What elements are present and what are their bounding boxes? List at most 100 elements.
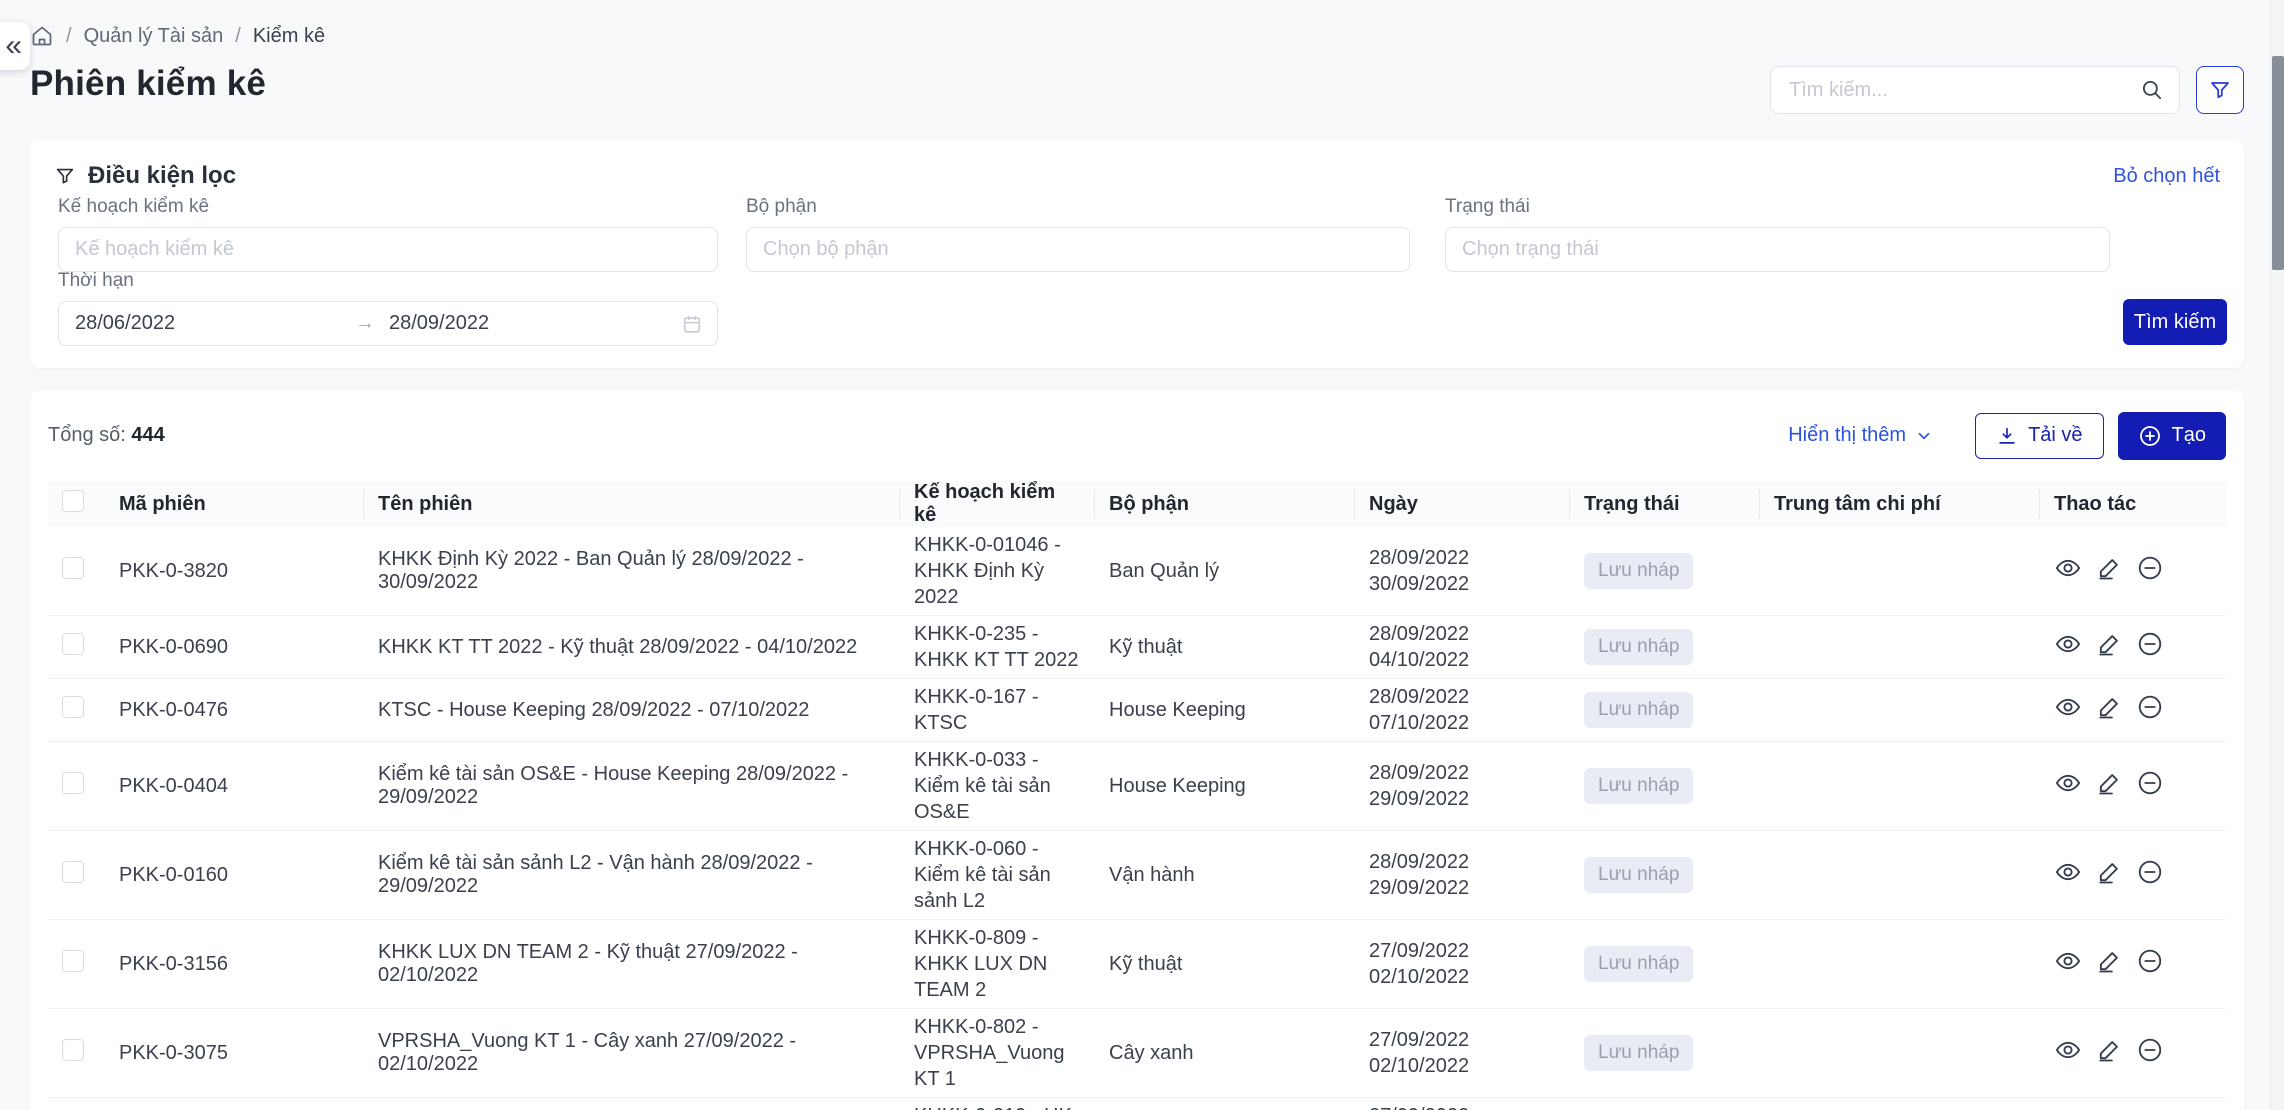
- status-select[interactable]: [1445, 227, 2110, 272]
- col-header-date: Ngày: [1355, 481, 1570, 527]
- minus-circle-icon: [2138, 949, 2162, 973]
- row-checkbox[interactable]: [62, 696, 84, 718]
- remove-button[interactable]: [2136, 769, 2164, 803]
- remove-button[interactable]: [2136, 693, 2164, 727]
- session-cost-center: [1760, 615, 2040, 679]
- department-label: Bộ phận: [746, 196, 817, 217]
- remove-button[interactable]: [2136, 630, 2164, 664]
- date-range-picker[interactable]: 28/06/2022 → 28/09/2022: [58, 301, 718, 346]
- session-row: PKK-0-3075 VPRSHA_Vuong KT 1 - Cây xanh 2…: [48, 1008, 2226, 1098]
- date-from-value[interactable]: 28/06/2022: [75, 312, 355, 335]
- session-cost-center: [1760, 527, 2040, 616]
- search-input[interactable]: [1789, 78, 2139, 102]
- session-name: VPRSHA_Vuong KT 1 - Cây xanh 27/09/2022 …: [364, 1008, 900, 1098]
- edit-button[interactable]: [2095, 693, 2123, 727]
- row-checkbox[interactable]: [62, 772, 84, 794]
- session-code: PKK-0-0690: [105, 615, 364, 679]
- field-period: Thời hạn 28/06/2022 → 28/09/2022: [58, 270, 718, 346]
- create-button[interactable]: Tạo: [2117, 411, 2226, 460]
- eye-icon: [2055, 863, 2081, 881]
- view-button[interactable]: [2054, 1036, 2082, 1070]
- breadcrumb-separator: /: [66, 24, 72, 47]
- session-dates: 27/09/2022 02/10/2022: [1355, 1008, 1570, 1098]
- session-dates: 28/09/2022 30/09/2022: [1369, 547, 1470, 595]
- view-button[interactable]: [2054, 630, 2082, 664]
- status-label: Trạng thái: [1445, 196, 1530, 217]
- session-name: KHKK LUX DN TEAM 2 - Kỹ thuật 27/09/2022…: [364, 919, 900, 1009]
- filter-search-button[interactable]: Tìm kiếm: [2123, 299, 2227, 345]
- view-button[interactable]: [2054, 858, 2082, 892]
- session-row: PKK-0-0690 KHKK KT TT 2022 - Kỹ thuật 28/…: [48, 615, 2226, 679]
- clear-all-link[interactable]: Bỏ chọn hết: [2113, 165, 2220, 188]
- filter-toggle-button[interactable]: [2196, 66, 2244, 114]
- edit-icon: [2099, 698, 2118, 719]
- edit-icon: [2099, 952, 2118, 973]
- remove-button[interactable]: [2136, 1036, 2164, 1070]
- session-plan: KHKK-0-060 - Kiểm kê tài sản sảnh L2: [900, 830, 1095, 920]
- download-icon: [1996, 425, 2018, 447]
- col-header-department: Bộ phận: [1095, 481, 1355, 527]
- session-dates: 27/09/2022 02/10/2022: [1355, 919, 1570, 1009]
- session-name: KHKK Định Kỳ 2022 - Ban Quản lý 28/09/20…: [378, 548, 804, 593]
- session-cost-center: [1760, 678, 2040, 742]
- session-dates: 28/09/2022 04/10/2022: [1355, 615, 1570, 679]
- remove-button[interactable]: [2136, 858, 2164, 892]
- session-plan: KHKK-0-235 - KHKK KT TT 2022: [900, 615, 1095, 679]
- remove-button[interactable]: [2136, 947, 2164, 981]
- row-checkbox[interactable]: [62, 1039, 84, 1061]
- date-to-value[interactable]: 28/09/2022: [389, 312, 489, 335]
- col-header-actions: Thao tác: [2040, 481, 2226, 527]
- session-cost-center: [1760, 1008, 2040, 1098]
- view-button[interactable]: [2054, 947, 2082, 981]
- status-badge: Lưu nháp: [1584, 768, 1694, 804]
- sidebar-collapse-button[interactable]: «: [0, 22, 30, 70]
- edit-icon: [2099, 1041, 2118, 1062]
- scrollbar-thumb[interactable]: [2272, 56, 2284, 270]
- col-header-plan: Kế hoạch kiểm kê: [900, 481, 1095, 527]
- session-dates: 28/09/2022 29/09/2022: [1355, 741, 1570, 831]
- select-all-checkbox[interactable]: [62, 490, 84, 512]
- row-checkbox[interactable]: [62, 861, 84, 883]
- department-select[interactable]: [746, 227, 1410, 272]
- edit-button[interactable]: [2095, 630, 2123, 664]
- minus-circle-icon: [2138, 556, 2162, 580]
- breadcrumb-item-inventory[interactable]: Kiểm kê: [253, 25, 325, 48]
- session-name: Kiểm kê tài sản OS&E - House Keeping 28/…: [364, 741, 900, 831]
- plan-input[interactable]: [58, 227, 718, 272]
- session-plan: KHKK-0-167 - KTSC: [900, 678, 1095, 742]
- row-checkbox[interactable]: [62, 557, 84, 579]
- edit-button[interactable]: [2095, 1036, 2123, 1070]
- session-cost-center: [1760, 830, 2040, 920]
- search-icon[interactable]: [2139, 77, 2165, 103]
- edit-button[interactable]: [2095, 947, 2123, 981]
- session-dates: 28/09/2022 29/09/2022: [1355, 830, 1570, 920]
- minus-circle-icon: [2138, 860, 2162, 884]
- vertical-scrollbar[interactable]: [2270, 0, 2284, 1110]
- session-row: PKK-0-0404 Kiểm kê tài sản OS&E - House K…: [48, 741, 2226, 831]
- col-header-cost-center: Trung tâm chi phí: [1760, 481, 2040, 527]
- session-department: House Keeping: [1095, 1097, 1355, 1110]
- session-code: PKK-0-3075: [105, 1008, 364, 1098]
- remove-button[interactable]: [2136, 554, 2164, 588]
- status-badge: Lưu nháp: [1584, 946, 1694, 982]
- row-checkbox[interactable]: [62, 950, 84, 972]
- edit-button[interactable]: [2095, 769, 2123, 803]
- home-icon[interactable]: [30, 24, 54, 48]
- view-button[interactable]: [2054, 693, 2082, 727]
- session-name: Kiểm kê tài sản sảnh L2 - Vận hành 28/09…: [364, 830, 900, 920]
- view-button[interactable]: [2054, 769, 2082, 803]
- breadcrumb-item-asset-management[interactable]: Quản lý Tài sản: [84, 25, 224, 48]
- download-label: Tải về: [2028, 424, 2083, 446]
- row-checkbox[interactable]: [62, 633, 84, 655]
- session-code: PKK-0-3820: [119, 559, 228, 582]
- show-more-link[interactable]: Hiển thị thêm: [1788, 424, 1933, 447]
- edit-button[interactable]: [2095, 554, 2123, 588]
- session-cost-center: [1760, 741, 2040, 831]
- edit-button[interactable]: [2095, 858, 2123, 892]
- download-button[interactable]: Tải về: [1975, 412, 2104, 459]
- breadcrumb-separator: /: [235, 24, 241, 47]
- eye-icon: [2055, 698, 2081, 716]
- edit-icon: [2099, 635, 2118, 656]
- view-button[interactable]: [2054, 554, 2082, 588]
- create-label: Tạo: [2171, 424, 2206, 446]
